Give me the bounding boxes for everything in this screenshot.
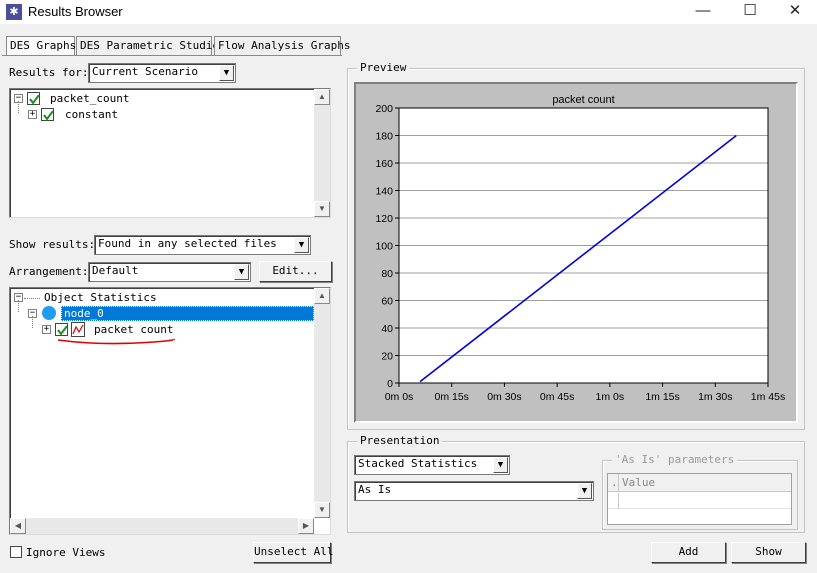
params-header-marker: . <box>611 476 618 489</box>
as-is-params-label: 'As Is' parameters <box>612 453 738 466</box>
ignore-views-checkbox[interactable] <box>10 546 22 558</box>
tab-flow-analysis-graphs[interactable]: Flow Analysis Graphs <box>214 36 350 55</box>
preview-label: Preview <box>357 61 410 74</box>
x-tick-label: 0m 0s <box>385 391 414 403</box>
params-table-header: . Value <box>608 474 791 492</box>
scroll-down-icon[interactable]: ▼ <box>314 201 330 217</box>
chart-title: packet count <box>552 94 614 106</box>
y-tick-label: 200 <box>375 103 393 115</box>
chevron-down-icon: ▼ <box>219 65 234 81</box>
y-tick-label: 160 <box>375 158 393 170</box>
maximize-button[interactable]: ☐ <box>727 0 773 24</box>
chevron-down-icon: ▼ <box>234 264 249 280</box>
y-tick-label: 100 <box>375 241 393 253</box>
x-tick-label: 0m 45s <box>540 391 574 403</box>
scroll-left-icon[interactable]: ◀ <box>10 518 26 534</box>
show-button[interactable]: Show <box>731 542 806 563</box>
params-header-value: Value <box>622 476 656 489</box>
tree-item-label: constant <box>65 108 118 121</box>
as-is-params-table[interactable]: . Value <box>607 473 792 525</box>
y-tick-label: 0 <box>387 378 393 390</box>
y-tick-label: 20 <box>381 351 393 363</box>
expand-icon[interactable]: + <box>28 110 37 119</box>
y-tick-label: 40 <box>381 323 393 335</box>
results-for-value: Current Scenario <box>92 65 198 78</box>
expand-icon[interactable]: + <box>42 325 51 334</box>
tab-divider <box>2 55 342 56</box>
table-row[interactable] <box>608 493 791 509</box>
stack-mode-value: Stacked Statistics <box>358 457 478 470</box>
results-tree-scrollbar[interactable]: ▲ ▼ <box>314 89 330 217</box>
tree-item-label: packet_count <box>50 92 130 105</box>
arrangement-value: Default <box>92 264 139 277</box>
x-tick-label: 1m 30s <box>698 391 732 403</box>
tree-line <box>32 316 33 328</box>
window-title: Results Browser <box>28 4 123 19</box>
tree-item-label: packet count <box>94 323 174 336</box>
tab-des-graphs[interactable]: DES Graphs <box>6 36 76 56</box>
chevron-down-icon: ▼ <box>577 483 592 499</box>
scroll-up-icon[interactable]: ▲ <box>314 288 330 304</box>
results-tree[interactable]: − packet_count + constant ▲ ▼ <box>9 88 331 218</box>
scroll-up-icon[interactable]: ▲ <box>314 89 330 105</box>
title-bar: ✱ Results Browser — ☐ ✕ <box>0 0 817 24</box>
unselect-all-button[interactable]: Unselect All <box>253 542 333 563</box>
y-tick-label: 180 <box>375 131 393 143</box>
x-tick-label: 0m 30s <box>487 391 521 403</box>
y-tick-label: 120 <box>375 213 393 225</box>
tree-line <box>24 298 40 299</box>
close-button[interactable]: ✕ <box>772 0 817 24</box>
tree-line <box>18 300 19 312</box>
packet-count-chart: packet count 0 20 40 60 80 100 120 140 160 180 200 0… <box>375 94 785 403</box>
checkbox-checked-icon[interactable] <box>55 323 68 336</box>
chevron-down-icon: ▼ <box>294 237 309 253</box>
stack-mode-select[interactable]: Stacked Statistics ▼ <box>354 455 510 475</box>
add-button[interactable]: Add <box>651 542 726 563</box>
y-tick-label: 140 <box>375 186 393 198</box>
ignore-views-label: Ignore Views <box>26 546 106 559</box>
chevron-down-icon: ▼ <box>493 457 508 473</box>
arrangement-select[interactable]: Default ▼ <box>88 262 251 282</box>
scroll-right-icon[interactable]: ▶ <box>298 518 314 534</box>
scroll-down-icon[interactable]: ▼ <box>314 502 330 518</box>
y-tick-label: 60 <box>381 296 393 308</box>
x-tick-label: 1m 0s <box>596 391 625 403</box>
node-icon <box>42 306 56 320</box>
x-tick-label: 1m 45s <box>751 391 785 403</box>
x-tick-label: 0m 15s <box>434 391 468 403</box>
red-underline-annotation <box>57 338 175 345</box>
tree-item-label: Object Statistics <box>44 291 157 304</box>
tree-item-label-selected: node_0 <box>61 306 314 321</box>
y-tick-label: 80 <box>381 268 393 280</box>
object-tree[interactable]: − Object Statistics − node_0 + packet co… <box>9 287 331 535</box>
object-tree-hscrollbar[interactable]: ◀ ▶ <box>10 518 314 534</box>
show-results-select[interactable]: Found in any selected files ▼ <box>94 235 311 255</box>
arrangement-label: Arrangement: <box>9 265 89 278</box>
show-results-value: Found in any selected files <box>98 237 277 250</box>
filter-mode-value: As Is <box>358 483 392 496</box>
object-tree-vscrollbar[interactable]: ▲ ▼ <box>314 288 330 518</box>
column-divider <box>618 493 619 509</box>
checkbox-checked-icon[interactable] <box>41 108 54 121</box>
app-icon: ✱ <box>6 4 22 20</box>
show-results-label: Show results: <box>9 238 96 251</box>
results-for-select[interactable]: Current Scenario ▼ <box>88 63 236 83</box>
filter-mode-select[interactable]: As Is ▼ <box>354 481 594 501</box>
tree-line <box>18 101 19 113</box>
chart-frame: packet count 0 20 40 60 80 100 120 140 160 180 200 0… <box>354 82 798 423</box>
x-tick-label: 1m 15s <box>645 391 679 403</box>
results-for-label: Results for: <box>9 66 89 79</box>
statistic-graph-icon <box>71 322 85 337</box>
minimize-button[interactable]: — <box>680 0 726 24</box>
column-divider <box>618 474 619 492</box>
edit-button[interactable]: Edit... <box>259 261 332 282</box>
tab-des-parametric-studies[interactable]: DES Parametric Studies <box>76 36 226 55</box>
checkbox-checked-icon[interactable] <box>27 92 40 105</box>
presentation-label: Presentation <box>357 434 443 447</box>
